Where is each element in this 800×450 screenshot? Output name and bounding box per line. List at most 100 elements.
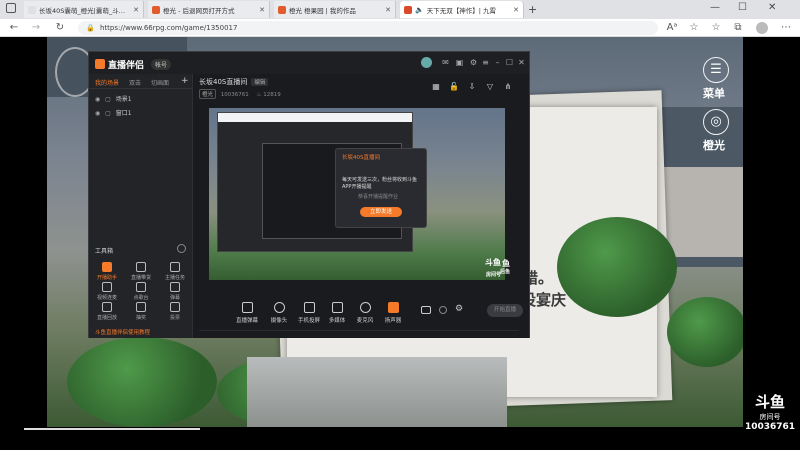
tab-title: 天下无双【神作】| 九霄 [426,6,496,15]
tool-icon [102,262,112,272]
browser-tab[interactable]: 橙光 - 后退网页打开方式 ✕ [148,1,270,18]
speaker-icon [387,302,399,313]
filter-icon[interactable]: ▽ [485,82,495,92]
control-speaker[interactable]: 扬声器 [379,302,407,324]
tool-button[interactable]: 点歌台 [125,282,157,301]
tool-icon [170,282,180,292]
orange-logo-icon[interactable]: ◎ [703,109,729,135]
tab-menu-icon[interactable] [6,3,16,13]
game-badge-line1: 鱼 [502,259,511,268]
phone-cast-icon [303,302,315,313]
eye-icon[interactable]: ◉ [95,110,100,117]
browser-tab[interactable]: 橙光 橙果园 | 我的作品 ✕ [274,1,396,18]
forward-icon[interactable]: → [30,22,42,34]
control-danmaku[interactable]: 直播弹幕 [233,302,261,324]
reload-icon[interactable]: ↻ [54,22,66,34]
menu-label[interactable]: 菜单 [703,85,725,101]
control-camera[interactable]: 摄像头 [265,302,293,324]
menu-icon[interactable]: ≡ [481,58,490,67]
new-tab-button[interactable]: + [528,3,537,16]
notify-popup: 长坂40S直播间 每天可发送三次，粉丝将收到斗鱼APP开播提醒 恭喜开播提醒作业… [335,148,427,228]
address-bar[interactable]: 🔒 https://www.66rpg.com/game/1350017 [78,21,658,35]
send-now-button[interactable]: 立即发送 [360,207,402,217]
minimize-icon[interactable]: — [710,2,720,13]
tool-button[interactable]: 弹幕 [159,282,191,301]
close-icon[interactable]: ✕ [517,58,526,67]
reading-mode-icon[interactable]: Aᵃ [666,22,678,34]
start-live-button[interactable]: 开始直播 [487,304,523,317]
lock-icon[interactable]: ▢ [105,110,111,117]
stream-preview[interactable]: 长坂40S直播间 每天可发送三次，粉丝将收到斗鱼APP开播提醒 恭喜开播提醒作业… [209,108,505,280]
close-icon[interactable]: ✕ [513,6,519,14]
tab-favicon-icon [152,5,160,14]
preview-watermark-logo: 斗鱼 [485,258,501,267]
tool-icon [102,282,112,292]
control-microphone[interactable]: 麦克风 [351,302,379,324]
popup-title: 长坂40S直播间 [342,155,380,161]
settings-icon[interactable]: ⚙ [455,304,463,314]
tool-button[interactable]: 直播带货 [125,262,157,281]
maximize-icon[interactable]: ☐ [738,2,747,13]
tool-button[interactable]: 主播任务 [159,262,191,281]
control-phone-cast[interactable]: 手机投屏 [295,302,323,324]
tutorial-tip[interactable]: 斗鱼直播伴侣使用教程 [95,328,150,336]
lock-icon[interactable]: 🔓 [449,82,459,92]
tool-button[interactable]: 投票 [159,302,191,321]
tool-button[interactable]: 视频连麦 [91,282,123,301]
share-icon[interactable]: ⋔ [503,82,513,92]
category-badge[interactable]: 橙光 [199,89,217,99]
add-scene-button[interactable]: + [181,76,189,86]
close-icon[interactable]: ✕ [133,6,139,14]
tab-my-scenes[interactable]: 我的场景 [95,78,119,87]
layout-icon[interactable]: ▦ [431,82,441,92]
close-icon[interactable]: ✕ [259,6,265,14]
maximize-icon[interactable]: ☐ [505,58,514,67]
tool-icon [170,302,180,312]
download-icon[interactable]: ⇩ [467,82,477,92]
user-avatar[interactable] [421,57,432,68]
record-icon[interactable] [421,306,431,314]
browser-tab-active[interactable]: 🔈 天下无双【神作】| 九霄 ✕ [400,1,524,18]
tab-favicon-icon [28,5,36,14]
minimize-icon[interactable]: – [493,58,502,67]
browser-tab[interactable]: 长坂40S囊萌_橙光|囊萌_斗鱼直播 ✕ [24,1,144,18]
tab-switch[interactable]: 切画面 [151,78,169,87]
message-icon[interactable]: ✉ [441,58,450,67]
url-text: https://www.66rpg.com/game/1350017 [100,24,238,32]
tool-button[interactable]: 抽奖 [125,302,157,321]
nested-address-bar [218,113,412,122]
brand-label[interactable]: 橙光 [703,137,725,153]
close-icon[interactable]: ✕ [385,6,391,14]
menu-icon[interactable]: ☰ [703,57,729,83]
close-window-icon[interactable]: ✕ [768,2,776,13]
favorites-icon[interactable]: ☆ [710,22,722,34]
speaker-icon[interactable]: 🔈 [415,6,424,14]
eye-icon[interactable]: ◉ [95,96,100,103]
toolbox-toggle-icon[interactable] [177,244,186,253]
scene-item[interactable]: ◉ ▢ 窗口1 [95,108,132,117]
tab-double[interactable]: 双击 [129,78,141,87]
fire-icon: ♨ [256,92,262,98]
edit-tag[interactable]: 编辑 [251,78,269,86]
app-titlebar: 直播伴侣 帐号 ✉ ▣ ⚙ ≡ – ☐ ✕ [89,52,529,74]
scene-item[interactable]: ◉ ▢ 场景1 [95,94,132,103]
tool-button[interactable]: 开播助手 [91,262,123,281]
tool-button[interactable]: 直播回放 [91,302,123,321]
video-progress-bar[interactable] [24,428,200,430]
profile-avatar[interactable] [756,22,768,34]
popup-sub: 恭喜开播提醒作业 [358,194,399,200]
clip-icon[interactable] [439,306,447,314]
settings-icon[interactable]: ⚙ [469,58,478,67]
more-menu-icon[interactable]: ⋯ [780,22,792,34]
tree [67,337,217,427]
control-media[interactable]: 多媒体 [323,302,351,324]
gift-icon[interactable]: ▣ [455,58,464,67]
tab-favicon-icon [278,5,286,14]
collections-icon[interactable]: ⧉ [732,22,744,34]
back-icon[interactable]: ← [8,22,20,34]
favorite-star-icon[interactable]: ☆ [688,22,700,34]
tab-title: 橙光 - 后退网页打开方式 [163,6,235,15]
tool-icon [136,262,146,272]
lock-icon[interactable]: ▢ [105,96,111,103]
account-badge[interactable]: 帐号 [151,59,172,70]
